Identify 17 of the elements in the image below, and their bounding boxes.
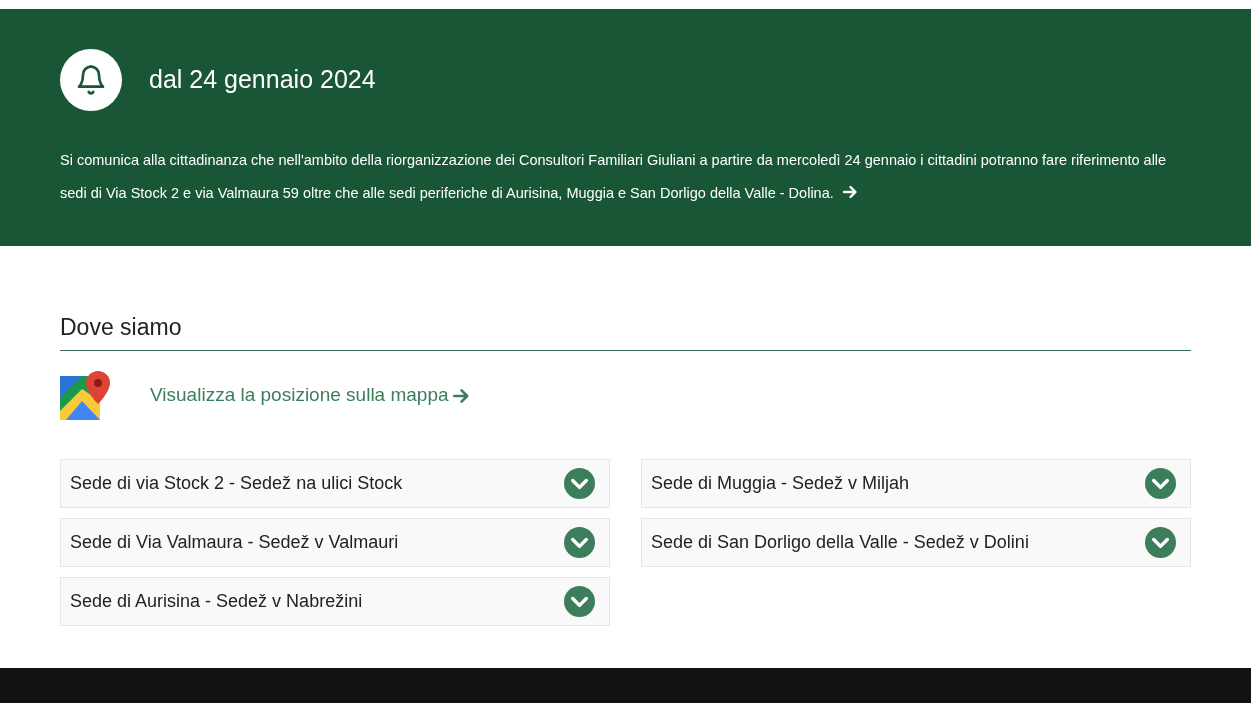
- notice-text: Si comunica alla cittadinanza che nell'ambito della riorganizzazione dei Consultori Familiari Giuliani a partire da mercoledì 24 gennaio i cittadini potranno fare riferimento alle sedi di Via Stock 2 e via Valmaura 59 oltre che alle sedi periferiche di Aurisina, Muggia e San Dorligo della Valle - Dolina.: [60, 151, 1168, 203]
- accordion-item[interactable]: Sede di via Stock 2 - Sedež na ulici Stock: [60, 458, 610, 508]
- map-pin-icon: [60, 370, 110, 421]
- accordion-item[interactable]: Sede di Via Valmaura - Sedež v Valmauri: [60, 517, 610, 567]
- chevron-down-icon: [1145, 526, 1176, 558]
- map-link[interactable]: Visualizza la posizione sulla mappa: [150, 381, 470, 410]
- accordion-item[interactable]: Sede di Aurisina - Sedež v Nabrežini: [60, 576, 610, 626]
- arrow-right-icon: [451, 386, 470, 405]
- notice-title: dal 24 gennaio 2024: [149, 64, 376, 96]
- accordion-item[interactable]: Sede di San Dorligo della Valle - Sedež v Dolini: [641, 517, 1191, 567]
- chevron-down-icon: [564, 467, 595, 499]
- accordion-item[interactable]: Sede di Muggia - Sedež v Miljah: [641, 458, 1191, 508]
- arrow-right-icon: [841, 184, 858, 200]
- section-title: Dove siamo: [60, 310, 1191, 351]
- chevron-down-icon: [564, 526, 595, 558]
- chevron-down-icon: [564, 585, 595, 617]
- chevron-down-icon: [1145, 467, 1176, 499]
